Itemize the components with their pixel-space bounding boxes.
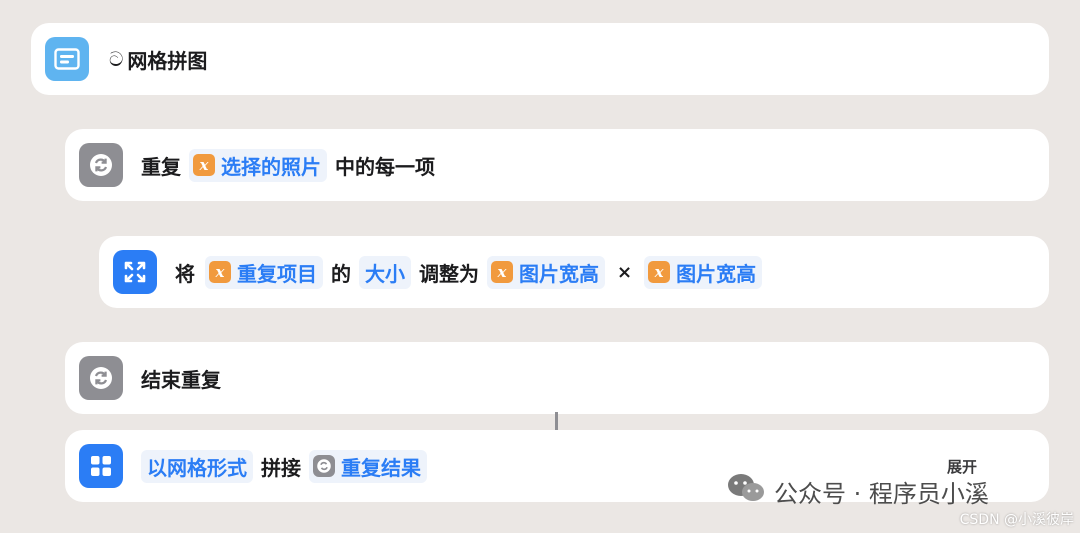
csdn-watermark: CSDN @小溪彼岸 — [959, 512, 1074, 528]
variable-label: 选择的照片 — [221, 154, 321, 179]
comment-prefix-glyph: ට — [109, 47, 124, 71]
variable-label: 图片宽高 — [519, 261, 599, 286]
resize-prefix: 将 — [175, 261, 195, 286]
flow-connector — [555, 412, 558, 430]
resize-image-action-card[interactable]: 将 x 重复项目 的 大小 调整为 x 图片宽高 × x 图片宽高 — [99, 236, 1049, 308]
wechat-watermark: 公众号 · 程序员小溪 — [726, 472, 989, 510]
variable-icon: x — [209, 261, 231, 283]
expand-arrows-icon — [113, 250, 157, 294]
resize-mid-1: 的 — [331, 261, 351, 286]
text-list-icon — [45, 37, 89, 81]
combine-mid: 拼接 — [261, 455, 301, 480]
variable-icon: x — [648, 261, 671, 283]
repeat-each-action-card[interactable]: 重复 x 选择的照片 中的每一项 — [65, 129, 1049, 201]
repeat-results-variable[interactable]: 重复结果 — [309, 449, 427, 483]
wechat-icon — [726, 472, 766, 510]
repeat-item-variable[interactable]: x 重复项目 — [205, 255, 323, 289]
height-variable[interactable]: x 图片宽高 — [644, 255, 763, 289]
selected-photos-variable[interactable]: x 选择的照片 — [189, 148, 327, 182]
watermark-text: 公众号 · 程序员小溪 — [774, 479, 989, 508]
grid-icon — [79, 444, 123, 488]
variable-label: 重复项目 — [237, 261, 317, 286]
parameter-label: 大小 — [365, 261, 405, 286]
variable-label: 图片宽高 — [676, 261, 757, 286]
end-repeat-label: 结束重复 — [141, 367, 221, 392]
multiply-sign: × — [617, 261, 633, 283]
repeat-prefix: 重复 — [141, 154, 181, 179]
shortcut-title: 网格拼图 — [127, 48, 208, 73]
grid-collage-title-card[interactable]: ට 网格拼图 — [31, 23, 1049, 95]
size-parameter[interactable]: 大小 — [359, 255, 411, 289]
variable-icon: x — [193, 154, 215, 176]
parameter-label: 以网格形式 — [147, 455, 247, 480]
repeat-icon — [79, 143, 123, 187]
end-repeat-action-card[interactable]: 结束重复 — [65, 342, 1049, 414]
variable-icon: x — [491, 261, 513, 283]
resize-mid-2: 调整为 — [419, 261, 479, 286]
grid-mode-parameter[interactable]: 以网格形式 — [141, 449, 253, 483]
repeat-suffix: 中的每一项 — [335, 154, 435, 179]
repeat-icon — [79, 356, 123, 400]
variable-label: 重复结果 — [341, 455, 421, 480]
width-variable[interactable]: x 图片宽高 — [487, 255, 605, 289]
repeat-icon — [313, 455, 335, 477]
